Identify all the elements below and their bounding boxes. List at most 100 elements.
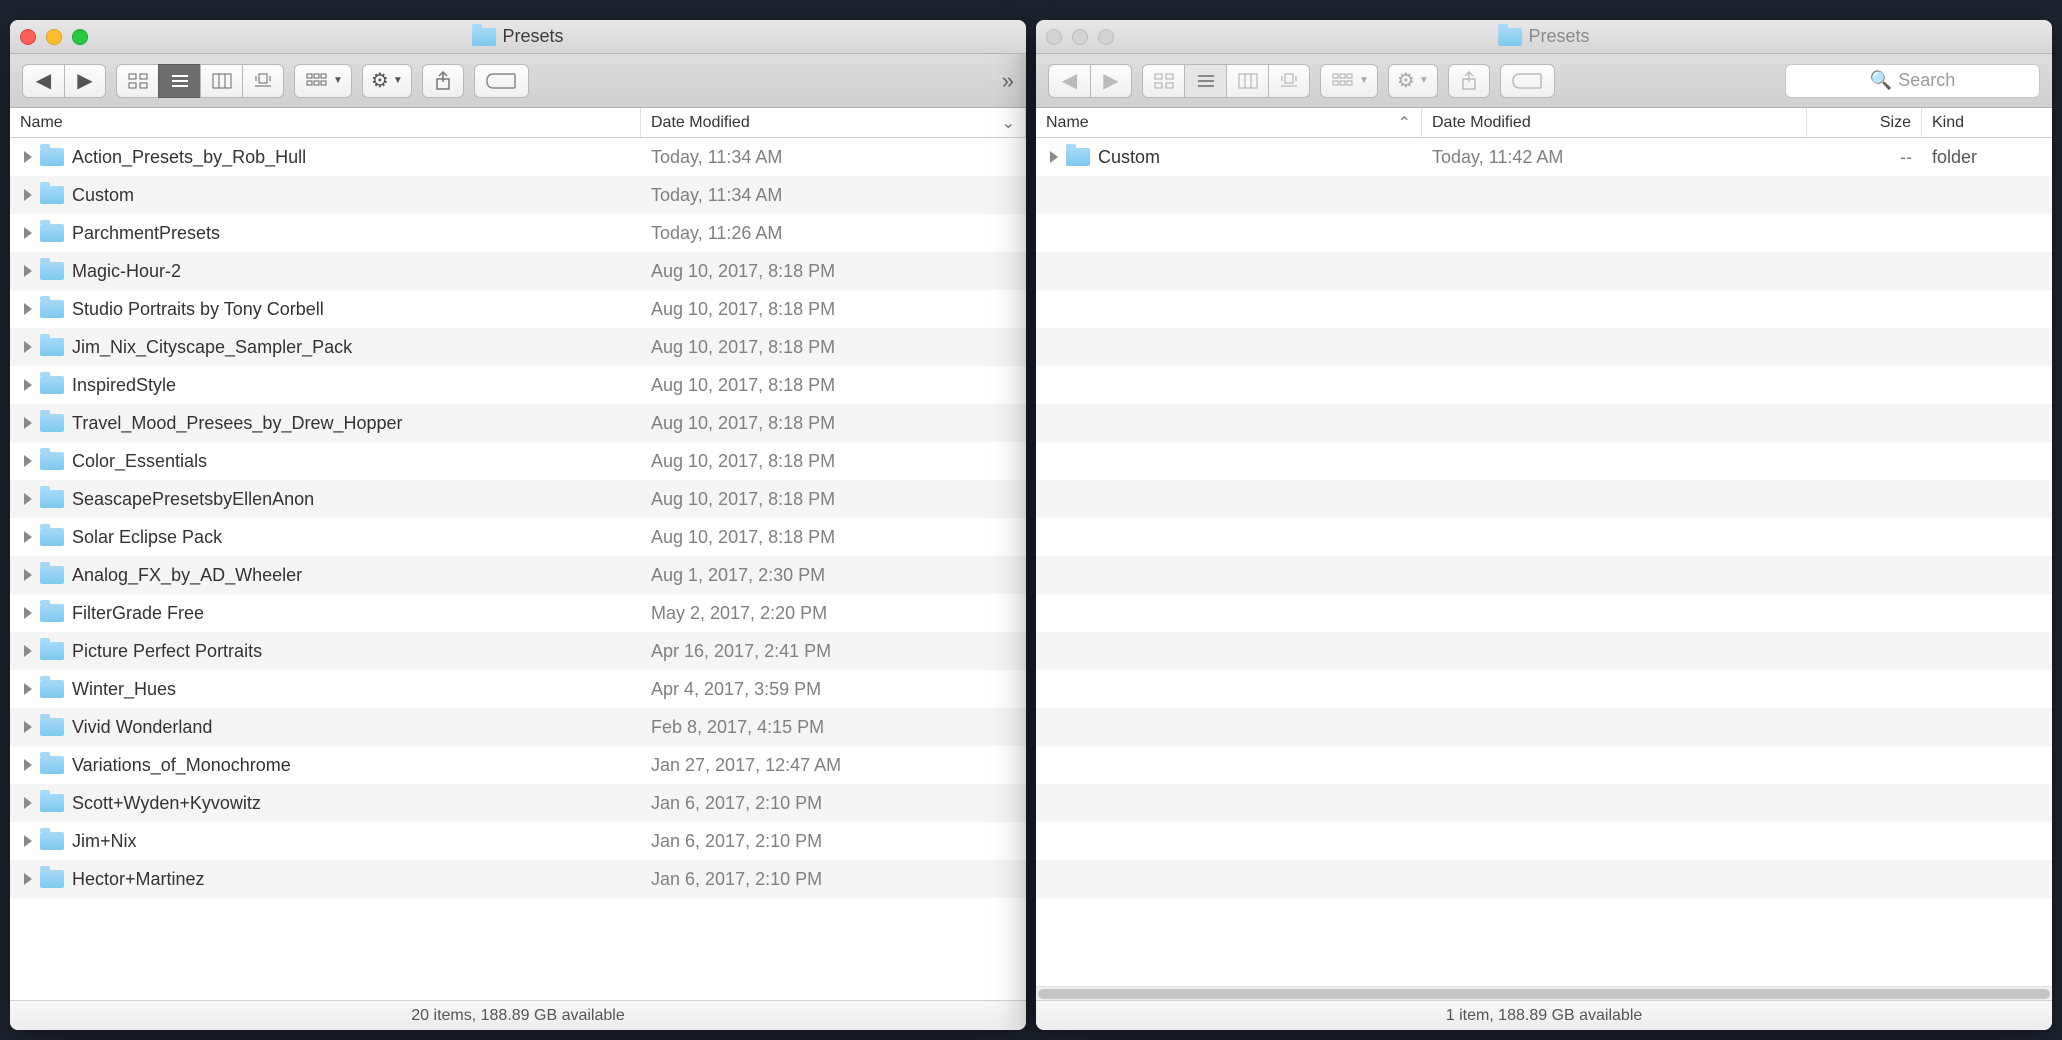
disclosure-triangle-icon[interactable]: [24, 455, 32, 467]
file-date: Today, 11:34 AM: [641, 147, 1026, 168]
disclosure-triangle-icon[interactable]: [24, 531, 32, 543]
col-date[interactable]: Date Modified: [1422, 108, 1807, 137]
action-button[interactable]: ⚙ ▼: [1388, 64, 1438, 98]
table-row[interactable]: Jim+NixJan 6, 2017, 2:10 PM: [10, 822, 1026, 860]
file-size: --: [1807, 147, 1922, 168]
table-row[interactable]: Jim_Nix_Cityscape_Sampler_PackAug 10, 20…: [10, 328, 1026, 366]
disclosure-triangle-icon[interactable]: [24, 873, 32, 885]
table-row[interactable]: Action_Presets_by_Rob_HullToday, 11:34 A…: [10, 138, 1026, 176]
icon-view-button[interactable]: [116, 64, 158, 98]
table-row[interactable]: FilterGrade FreeMay 2, 2017, 2:20 PM: [10, 594, 1026, 632]
folder-icon: [1498, 28, 1522, 46]
coverflow-view-button[interactable]: [242, 64, 284, 98]
col-name[interactable]: Name: [10, 108, 641, 137]
maximize-button[interactable]: [1098, 29, 1114, 45]
table-row-empty: [1036, 556, 2052, 594]
table-row[interactable]: SeascapePresetsbyEllenAnon Aug 10, 2017, …: [10, 480, 1026, 518]
minimize-button[interactable]: [1072, 29, 1088, 45]
table-row[interactable]: Solar Eclipse PackAug 10, 2017, 8:18 PM: [10, 518, 1026, 556]
share-button[interactable]: [422, 64, 464, 98]
table-row[interactable]: InspiredStyleAug 10, 2017, 8:18 PM: [10, 366, 1026, 404]
disclosure-triangle-icon[interactable]: [24, 493, 32, 505]
col-size[interactable]: Size: [1807, 108, 1922, 137]
view-buttons: [1142, 64, 1310, 98]
titlebar[interactable]: Presets: [1036, 20, 2052, 54]
statusbar: 1 item, 188.89 GB available: [1036, 1000, 2052, 1030]
file-name: Custom: [1098, 147, 1160, 168]
statusbar: 20 items, 188.89 GB available: [10, 1000, 1026, 1030]
file-date: Jan 6, 2017, 2:10 PM: [641, 869, 1026, 890]
disclosure-triangle-icon[interactable]: [24, 417, 32, 429]
minimize-button[interactable]: [46, 29, 62, 45]
col-date[interactable]: Date Modified ⌄: [641, 108, 1026, 137]
column-view-button[interactable]: [200, 64, 242, 98]
horizontal-scrollbar[interactable]: [1036, 986, 2052, 1000]
table-row[interactable]: Variations_of_MonochromeJan 27, 2017, 12…: [10, 746, 1026, 784]
disclosure-triangle-icon[interactable]: [24, 607, 32, 619]
close-button[interactable]: [20, 29, 36, 45]
table-row[interactable]: Picture Perfect PortraitsApr 16, 2017, 2…: [10, 632, 1026, 670]
table-row[interactable]: Scott+Wyden+KyvowitzJan 6, 2017, 2:10 PM: [10, 784, 1026, 822]
table-row[interactable]: Winter_HuesApr 4, 2017, 3:59 PM: [10, 670, 1026, 708]
list-view-button[interactable]: [1184, 64, 1226, 98]
disclosure-triangle-icon[interactable]: [24, 759, 32, 771]
table-row[interactable]: Vivid WonderlandFeb 8, 2017, 4:15 PM: [10, 708, 1026, 746]
tags-button[interactable]: [1500, 64, 1555, 98]
titlebar[interactable]: Presets: [10, 20, 1026, 54]
scrollbar-thumb[interactable]: [1038, 989, 2050, 999]
col-date-label: Date Modified: [651, 114, 750, 132]
tags-button[interactable]: [474, 64, 529, 98]
disclosure-triangle-icon[interactable]: [24, 151, 32, 163]
arrange-button[interactable]: ▼: [1320, 64, 1378, 98]
disclosure-triangle-icon[interactable]: [24, 227, 32, 239]
maximize-button[interactable]: [72, 29, 88, 45]
table-row[interactable]: ParchmentPresetsToday, 11:26 AM: [10, 214, 1026, 252]
folder-icon: [40, 262, 64, 280]
disclosure-triangle-icon[interactable]: [24, 379, 32, 391]
disclosure-triangle-icon[interactable]: [24, 645, 32, 657]
folder-icon: [40, 870, 64, 888]
table-row[interactable]: Travel_Mood_Presees_by_Drew_HopperAug 10…: [10, 404, 1026, 442]
disclosure-triangle-icon[interactable]: [24, 569, 32, 581]
table-row[interactable]: CustomToday, 11:34 AM: [10, 176, 1026, 214]
table-row[interactable]: Color_EssentialsAug 10, 2017, 8:18 PM: [10, 442, 1026, 480]
disclosure-triangle-icon[interactable]: [24, 721, 32, 733]
folder-icon: [40, 452, 64, 470]
disclosure-triangle-icon[interactable]: [24, 797, 32, 809]
column-view-button[interactable]: [1226, 64, 1268, 98]
file-date: Aug 10, 2017, 8:18 PM: [641, 489, 1026, 510]
disclosure-triangle-icon[interactable]: [24, 683, 32, 695]
disclosure-triangle-icon[interactable]: [24, 189, 32, 201]
disclosure-triangle-icon[interactable]: [24, 303, 32, 315]
table-row[interactable]: CustomToday, 11:42 AM--folder: [1036, 138, 2052, 176]
forward-button[interactable]: ▶: [64, 64, 106, 98]
list-view-button[interactable]: [158, 64, 200, 98]
col-kind[interactable]: Kind: [1922, 108, 2052, 137]
file-list[interactable]: CustomToday, 11:42 AM--folder: [1036, 138, 2052, 986]
table-row[interactable]: Analog_FX_by_AD_WheelerAug 1, 2017, 2:30…: [10, 556, 1026, 594]
disclosure-triangle-icon[interactable]: [24, 835, 32, 847]
toolbar-overflow-button[interactable]: »: [1002, 70, 1014, 92]
share-button[interactable]: [1448, 64, 1490, 98]
search-input[interactable]: 🔍 Search: [1785, 64, 2040, 98]
coverflow-view-button[interactable]: [1268, 64, 1310, 98]
file-name: SeascapePresetsbyEllenAnon: [72, 489, 314, 510]
back-button[interactable]: ◀: [1048, 64, 1090, 98]
file-list[interactable]: Action_Presets_by_Rob_HullToday, 11:34 A…: [10, 138, 1026, 1000]
col-name[interactable]: Name ⌃: [1036, 108, 1422, 137]
forward-button[interactable]: ▶: [1090, 64, 1132, 98]
table-row-empty: [1036, 480, 2052, 518]
table-row[interactable]: Studio Portraits by Tony CorbellAug 10, …: [10, 290, 1026, 328]
file-date: Aug 10, 2017, 8:18 PM: [641, 299, 1026, 320]
table-row[interactable]: Magic-Hour-2Aug 10, 2017, 8:18 PM: [10, 252, 1026, 290]
action-button[interactable]: ⚙ ▼: [362, 64, 412, 98]
back-button[interactable]: ◀: [22, 64, 64, 98]
disclosure-triangle-icon[interactable]: [24, 341, 32, 353]
arrange-button[interactable]: ▼: [294, 64, 352, 98]
disclosure-triangle-icon[interactable]: [24, 265, 32, 277]
close-button[interactable]: [1046, 29, 1062, 45]
file-date: Aug 10, 2017, 8:18 PM: [641, 413, 1026, 434]
disclosure-triangle-icon[interactable]: [1050, 151, 1058, 163]
icon-view-button[interactable]: [1142, 64, 1184, 98]
table-row[interactable]: Hector+MartinezJan 6, 2017, 2:10 PM: [10, 860, 1026, 898]
